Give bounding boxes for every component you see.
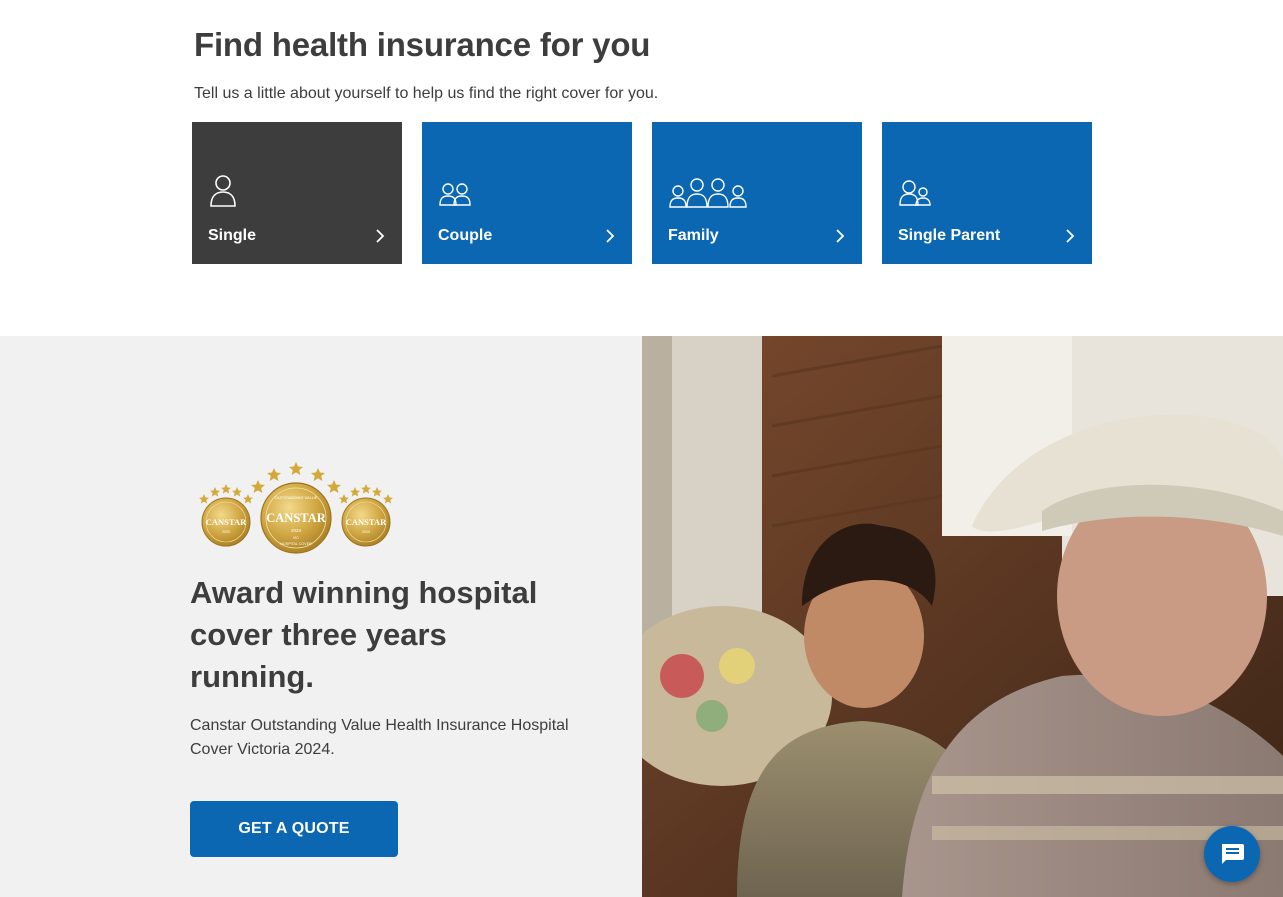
svg-text:VIC: VIC: [293, 536, 299, 540]
canstar-award-badges: CANSTAR 2023 CANSTAR 2023 OUTSTANDING VA…: [199, 462, 393, 554]
chevron-right-icon: [606, 229, 615, 243]
tile-label: Single Parent: [898, 227, 1001, 244]
svg-text:OUTSTANDING VALUE: OUTSTANDING VALUE: [275, 495, 318, 500]
single-person-icon: [210, 175, 236, 207]
tile-label: Single: [208, 227, 257, 244]
couple-icon: [439, 183, 471, 206]
chat-button[interactable]: [1204, 826, 1260, 882]
tile-label: Couple: [438, 227, 493, 244]
family-icon: [669, 178, 747, 208]
tile-couple[interactable]: Couple: [422, 122, 632, 264]
svg-text:CANSTAR: CANSTAR: [206, 517, 247, 527]
svg-text:2023: 2023: [222, 530, 230, 534]
hero-photo: [642, 336, 1283, 897]
photo-men-talking: [642, 336, 1283, 897]
award-section: CANSTAR 2023 CANSTAR 2023 OUTSTANDING VA…: [0, 336, 1283, 897]
award-panel: CANSTAR 2023 CANSTAR 2023 OUTSTANDING VA…: [0, 336, 642, 897]
section-subtitle: Tell us a little about yourself to help …: [194, 85, 659, 102]
svg-text:CANSTAR: CANSTAR: [266, 511, 326, 525]
tile-single[interactable]: Single: [192, 122, 402, 264]
award-description: Canstar Outstanding Value Health Insuran…: [190, 717, 569, 758]
svg-text:HOSPITAL COVER: HOSPITAL COVER: [280, 542, 312, 546]
get-a-quote-button[interactable]: GET A QUOTE: [190, 801, 398, 857]
chevron-right-icon: [836, 229, 845, 243]
single-parent-icon: [899, 180, 931, 206]
svg-text:2023: 2023: [362, 530, 370, 534]
svg-text:2024: 2024: [291, 528, 302, 533]
chat-icon: [1222, 844, 1244, 864]
find-insurance-section: Find health insurance for you Tell us a …: [0, 0, 1283, 336]
chevron-right-icon: [376, 229, 385, 243]
chevron-right-icon: [1066, 229, 1075, 243]
tile-single-parent[interactable]: Single Parent: [882, 122, 1092, 264]
page-title: Find health insurance for you: [194, 26, 651, 63]
award-heading: Award winning hospital cover three years…: [190, 575, 538, 694]
tile-family[interactable]: Family: [652, 122, 862, 264]
svg-text:CANSTAR: CANSTAR: [346, 517, 387, 527]
tile-label: Family: [668, 227, 719, 244]
